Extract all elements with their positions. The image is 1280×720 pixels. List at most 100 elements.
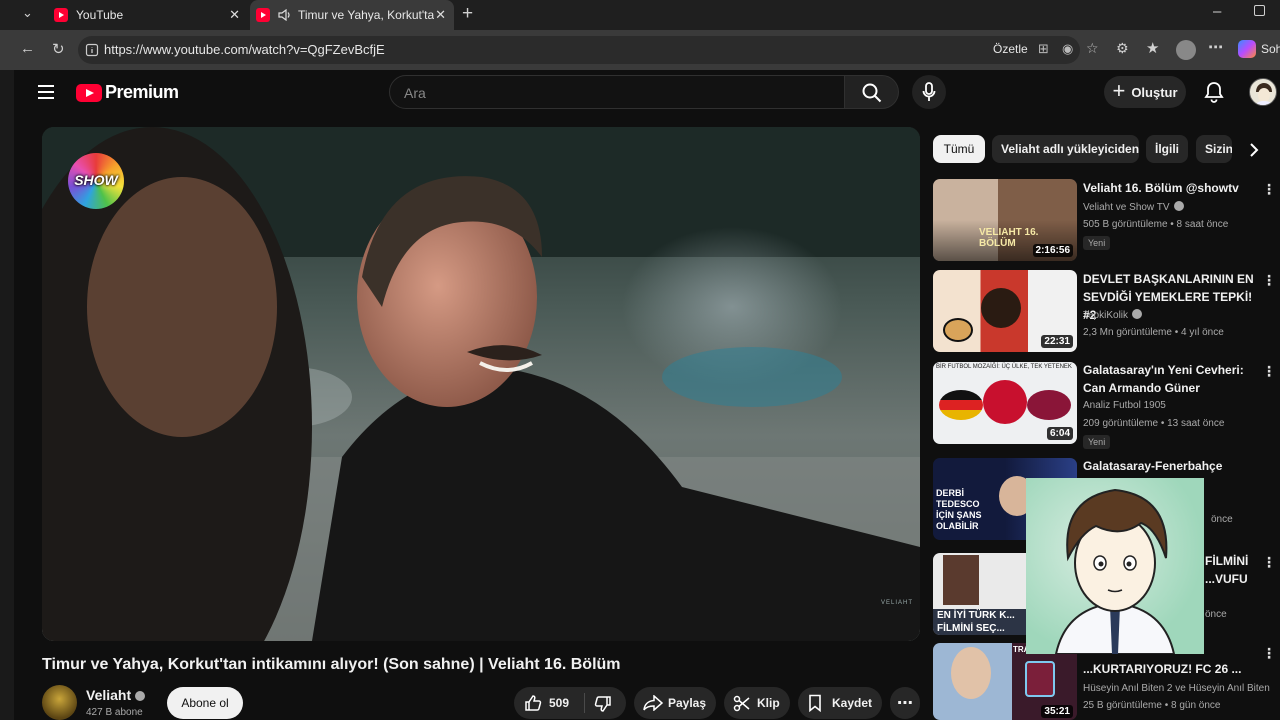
youtube-logo-icon[interactable] xyxy=(76,84,102,102)
new-tab-plus-icon[interactable]: + xyxy=(462,3,473,25)
rec-duration: 6:04 xyxy=(1046,427,1073,440)
favorites-icon[interactable]: ★ xyxy=(1146,39,1159,57)
app-grid-icon[interactable]: ⊞ xyxy=(1038,41,1049,57)
rec-meta: önce xyxy=(1205,609,1227,620)
rec-more-icon[interactable]: ⋮ xyxy=(1262,363,1276,380)
verified-icon xyxy=(1132,309,1143,319)
rec-channel[interactable]: Analiz Futbol 1905 xyxy=(1083,400,1166,411)
tab-close-icon[interactable]: ✕ xyxy=(229,7,240,23)
chips-next-chevron-icon[interactable] xyxy=(1248,142,1260,158)
copilot-label[interactable]: Soh xyxy=(1261,42,1280,56)
rec-meta: önce xyxy=(1211,514,1233,525)
rec-duration: 35:21 xyxy=(1041,705,1073,718)
rec-meta: 25 B görüntüleme • 8 gün önce xyxy=(1083,700,1221,711)
copilot-icon[interactable] xyxy=(1238,40,1256,58)
rec-title[interactable]: ...KURTARIYORUZ! FC 26 ... xyxy=(1083,660,1263,678)
tab-close-icon[interactable]: ✕ xyxy=(435,7,446,23)
search-icon xyxy=(862,83,882,103)
channel-name[interactable]: Veliaht xyxy=(86,687,146,703)
tracking-prevention-icon[interactable]: ◉ xyxy=(1062,41,1073,57)
chip-related[interactable]: İlgili xyxy=(1146,135,1188,163)
tab-current-video[interactable]: Timur ve Yahya, Korkut'tan inti ✕ xyxy=(250,0,454,30)
share-label: Paylaş xyxy=(668,696,707,710)
search-input[interactable]: Ara xyxy=(389,75,845,109)
channel-avatar[interactable] xyxy=(42,685,77,720)
search-placeholder: Ara xyxy=(404,85,426,101)
clip-button[interactable]: Klip xyxy=(724,687,790,719)
channel-name-text: Veliaht xyxy=(86,687,132,703)
url-text: https://www.youtube.com/watch?v=QgFZevBc… xyxy=(104,42,385,57)
like-dislike-group: 509 xyxy=(514,687,626,719)
like-divider xyxy=(584,693,585,713)
reload-icon[interactable]: ↻ xyxy=(52,40,65,58)
search-button[interactable] xyxy=(845,75,899,109)
rec-thumbnail[interactable]: 22:31 xyxy=(933,270,1077,352)
favorite-star-icon[interactable]: ☆ xyxy=(1086,40,1099,57)
profile-avatar-icon[interactable] xyxy=(1176,40,1196,60)
rec-thumb-text: VELIAHT 16. BÖLÜM xyxy=(979,227,1039,249)
more-menu-icon[interactable]: ⋯ xyxy=(1208,38,1223,56)
rec-channel-text: TepkiKolik xyxy=(1083,310,1129,321)
rec-more-icon[interactable]: ⋮ xyxy=(1262,181,1276,198)
rec-title[interactable]: FİLMİNİ ...VUFU xyxy=(1205,552,1261,588)
subscribe-button[interactable]: Abone ol xyxy=(167,687,243,719)
rec-channel[interactable]: TepkiKolik xyxy=(1083,309,1143,321)
rec-more-icon[interactable]: ⋮ xyxy=(1262,645,1276,662)
save-label: Kaydet xyxy=(832,696,873,710)
rec-more-icon[interactable]: ⋮ xyxy=(1262,554,1276,571)
chip-for-you[interactable]: Sizin için xyxy=(1196,135,1232,163)
back-arrow-icon[interactable]: ← xyxy=(20,40,35,57)
rec-duration: 2:16:56 xyxy=(1032,244,1073,257)
show-tv-logo-text: SHOW xyxy=(74,172,118,188)
create-button[interactable]: + Oluştur xyxy=(1104,76,1186,108)
more-actions-icon[interactable]: ⋯ xyxy=(890,687,920,719)
like-thumb-icon[interactable] xyxy=(524,694,542,712)
minimize-icon[interactable]: – xyxy=(1213,3,1221,20)
video-title: Timur ve Yahya, Korkut'tan intikamını al… xyxy=(42,656,621,673)
subscriber-count: 427 B abone xyxy=(86,707,143,718)
rec-channel[interactable]: Hüseyin Anıl Biten 2 ve Hüseyin Anıl Bit… xyxy=(1083,683,1273,694)
maximize-icon[interactable] xyxy=(1254,5,1265,16)
share-button[interactable]: Paylaş xyxy=(634,687,716,719)
browser-tab-bar: ⌄ YouTube ✕ Timur ve Yahya, Korkut'tan i… xyxy=(0,0,1280,30)
voice-search-button[interactable] xyxy=(912,75,946,109)
rec-thumbnail[interactable]: BİR FUTBOL MOZAİĞİ: ÜÇ ÜLKE, TEK YETENEK… xyxy=(933,362,1077,444)
account-avatar[interactable] xyxy=(1249,78,1277,106)
rec-channel[interactable]: Veliaht ve Show TV xyxy=(1083,201,1184,213)
rec-duration: 22:31 xyxy=(1041,335,1073,348)
window-edge xyxy=(0,70,14,720)
extensions-icon[interactable]: ⚙ xyxy=(1116,40,1129,57)
youtube-favicon-icon xyxy=(54,8,68,22)
tab-list-chevron-icon[interactable]: ⌄ xyxy=(22,5,33,21)
save-button[interactable]: Kaydet xyxy=(798,687,882,719)
video-player[interactable] xyxy=(42,127,920,641)
youtube-premium-logo-text[interactable]: Premium xyxy=(105,82,179,103)
rec-meta: 505 B görüntüleme • 8 saat önce xyxy=(1083,219,1229,230)
rec-thumbnail[interactable]: TRABZONSPOR 35:21 xyxy=(933,643,1077,720)
rec-title[interactable]: Galatasaray'ın Yeni Cevheri: Can Armando… xyxy=(1083,361,1263,397)
rec-meta: 209 görüntüleme • 13 saat önce xyxy=(1083,418,1225,429)
notifications-bell-icon[interactable] xyxy=(1204,81,1224,103)
url-field[interactable]: https://www.youtube.com/watch?v=QgFZevBc… xyxy=(78,36,1099,64)
create-label: Oluştur xyxy=(1131,84,1178,100)
rec-thumb-text: DERBİ TEDESCO İÇİN ŞANS OLABİLİR xyxy=(936,488,982,531)
speaker-icon[interactable] xyxy=(278,9,292,21)
rec-new-badge: Yeni xyxy=(1083,236,1111,250)
chip-from-uploader[interactable]: Veliaht adlı yükleyiciden xyxy=(992,135,1139,163)
rec-more-icon[interactable]: ⋮ xyxy=(1262,272,1276,289)
like-count[interactable]: 509 xyxy=(549,696,569,710)
tab-youtube[interactable]: YouTube ✕ xyxy=(46,0,248,30)
verified-icon xyxy=(135,691,146,701)
hamburger-menu-icon[interactable] xyxy=(37,84,55,100)
summarize-label[interactable]: Özetle xyxy=(993,42,1028,56)
cartoon-character-image xyxy=(1054,488,1176,654)
tab-title: YouTube xyxy=(76,8,124,22)
rec-title[interactable]: Veliaht 16. Bölüm @showtv xyxy=(1083,179,1263,197)
dislike-thumb-icon[interactable] xyxy=(594,695,612,713)
rec-thumbnail[interactable]: VELIAHT 16. BÖLÜM 2:16:56 xyxy=(933,179,1077,261)
clip-label: Klip xyxy=(757,696,780,710)
chip-all[interactable]: Tümü xyxy=(933,135,985,163)
site-info-icon[interactable] xyxy=(85,43,99,57)
picture-in-picture-overlay[interactable] xyxy=(1026,478,1204,654)
scissors-icon xyxy=(733,695,750,712)
